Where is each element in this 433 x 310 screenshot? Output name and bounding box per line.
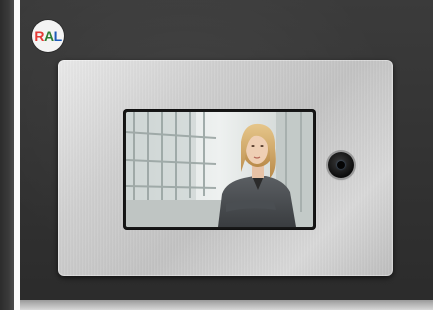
video-feed-image [126, 112, 313, 227]
video-screen [126, 112, 313, 227]
wall-floor-edge [20, 300, 433, 310]
ral-logo: RAL [32, 20, 64, 52]
left-wall-strip [0, 0, 14, 310]
camera-lens-icon [328, 152, 354, 178]
